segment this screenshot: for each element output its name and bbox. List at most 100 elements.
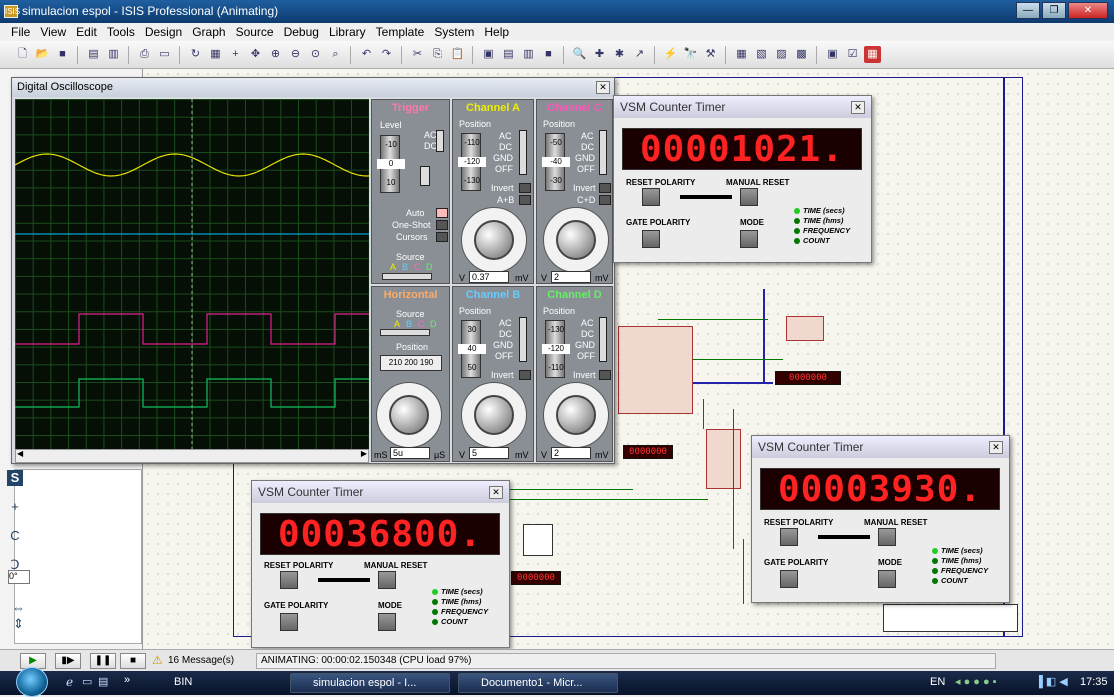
scope-scrollbar[interactable]: ◀ ▶ bbox=[15, 449, 369, 463]
menu-graph[interactable]: Graph bbox=[187, 25, 230, 39]
display-module[interactable] bbox=[786, 316, 824, 341]
new-file-icon[interactable]: 🗋 bbox=[14, 46, 31, 63]
maximize-button[interactable]: ❐ bbox=[1042, 2, 1066, 19]
property-assign-icon[interactable]: ⚒ bbox=[702, 46, 719, 63]
marker-icon[interactable]: + bbox=[7, 499, 23, 515]
taskbar-item-isis[interactable]: simulacion espol - I... bbox=[290, 673, 450, 693]
horizontal-source-slider[interactable] bbox=[380, 329, 430, 336]
bom-icon[interactable]: ▣ bbox=[824, 46, 841, 63]
media-icon[interactable]: ▤ bbox=[98, 675, 108, 688]
counter-2-gate-polarity-button[interactable] bbox=[780, 570, 798, 588]
stop-button[interactable]: ■ bbox=[120, 653, 146, 669]
export-icon[interactable]: ▥ bbox=[105, 46, 122, 63]
counter-1-manual-reset-button[interactable] bbox=[740, 188, 758, 206]
undo-icon[interactable]: ↶ bbox=[358, 46, 375, 63]
block-copy-icon[interactable]: ▣ bbox=[480, 46, 497, 63]
zoom-area-icon[interactable]: ⌕ bbox=[327, 46, 344, 63]
zoom-all-icon[interactable]: ⊙ bbox=[307, 46, 324, 63]
channel-d-invert-button[interactable] bbox=[599, 370, 611, 380]
horizontal-position-control[interactable]: 210 200 190 bbox=[380, 355, 442, 371]
menu-tools[interactable]: Tools bbox=[102, 25, 140, 39]
channel-b-position-slider[interactable]: 30 40 50 bbox=[458, 320, 486, 378]
refresh-icon[interactable]: ↻ bbox=[187, 46, 204, 63]
menu-design[interactable]: Design bbox=[140, 25, 187, 39]
channel-d-scale-knob[interactable] bbox=[556, 395, 596, 435]
grid-icon[interactable]: ▦ bbox=[207, 46, 224, 63]
channel-a-sum-button[interactable] bbox=[519, 195, 531, 205]
channel-a-coupling-switch[interactable] bbox=[519, 130, 527, 175]
counter-1-close-button[interactable]: ✕ bbox=[851, 101, 865, 114]
trigger-coupling-switch[interactable] bbox=[436, 130, 444, 152]
block-delete-icon[interactable]: ■ bbox=[540, 46, 557, 63]
origin-icon[interactable]: + bbox=[227, 46, 244, 63]
ie-icon[interactable]: ℯ bbox=[66, 675, 73, 689]
taskbar-item-bin[interactable]: BIN bbox=[152, 673, 272, 693]
decompose-icon[interactable]: ↗ bbox=[631, 46, 648, 63]
import-icon[interactable]: ▤ bbox=[85, 46, 102, 63]
timebase-knob[interactable] bbox=[389, 395, 429, 435]
counter-ic[interactable] bbox=[706, 429, 741, 489]
language-indicator[interactable]: EN bbox=[930, 676, 945, 688]
pan-icon[interactable]: ✥ bbox=[247, 46, 264, 63]
wire-autorouter-icon[interactable]: ⚡ bbox=[662, 46, 679, 63]
copy-icon[interactable]: ⎘ bbox=[429, 46, 446, 63]
pause-button[interactable]: ❚❚ bbox=[90, 653, 116, 669]
pick-device-icon[interactable]: 🔍 bbox=[571, 46, 588, 63]
netlist-icon[interactable]: ▩ bbox=[793, 46, 810, 63]
messages-count[interactable]: 16 Message(s) bbox=[168, 655, 234, 666]
counter-1-mode-button[interactable] bbox=[740, 230, 758, 248]
rotation-angle-field[interactable]: 0° bbox=[8, 570, 30, 584]
microcontroller-chip[interactable] bbox=[618, 326, 693, 414]
one-shot-button[interactable] bbox=[436, 220, 448, 230]
menu-help[interactable]: Help bbox=[479, 25, 514, 39]
zoom-in-icon[interactable]: ⊕ bbox=[267, 46, 284, 63]
channel-c-invert-button[interactable] bbox=[599, 183, 611, 193]
trigger-source-slider[interactable] bbox=[382, 273, 432, 280]
network-volume-icons[interactable]: ▐ ◧ ◀ bbox=[1035, 675, 1068, 688]
mirror-horizontal-icon[interactable]: ⇔ bbox=[12, 600, 25, 615]
desktop-icon[interactable]: ▭ bbox=[82, 675, 92, 688]
counter-3-manual-reset-button[interactable] bbox=[378, 571, 396, 589]
rotate-clockwise-icon[interactable]: C bbox=[7, 528, 23, 544]
quicklaunch-chevron-icon[interactable]: » bbox=[124, 674, 130, 686]
menu-view[interactable]: View bbox=[35, 25, 71, 39]
oscilloscope-close-button[interactable]: ✕ bbox=[596, 81, 610, 94]
menu-template[interactable]: Template bbox=[371, 25, 430, 39]
channel-c-coupling-switch[interactable] bbox=[599, 130, 607, 175]
paste-icon[interactable]: 📋 bbox=[449, 46, 466, 63]
menu-debug[interactable]: Debug bbox=[279, 25, 324, 39]
print-area-icon[interactable]: ▭ bbox=[156, 46, 173, 63]
new-sheet-icon[interactable]: ▦ bbox=[733, 46, 750, 63]
channel-d-position-slider[interactable]: -130 -120 -110 bbox=[542, 320, 570, 378]
tray-icons[interactable]: ◂ ● ● ● ▪ bbox=[955, 675, 997, 688]
channel-a-invert-button[interactable] bbox=[519, 183, 531, 193]
counter-1-gate-polarity-button[interactable] bbox=[642, 230, 660, 248]
counter-3-gate-polarity-button[interactable] bbox=[280, 613, 298, 631]
channel-b-scale-knob[interactable] bbox=[474, 395, 514, 435]
make-device-icon[interactable]: ✚ bbox=[591, 46, 608, 63]
clock[interactable]: 17:35 bbox=[1080, 676, 1108, 688]
close-button[interactable]: ✕ bbox=[1068, 2, 1108, 19]
print-icon[interactable]: ⎙ bbox=[136, 46, 153, 63]
open-folder-icon[interactable]: 📂 bbox=[34, 46, 51, 63]
channel-b-coupling-switch[interactable] bbox=[519, 317, 527, 362]
trigger-level-slider[interactable]: -10 0 10 bbox=[377, 135, 405, 193]
device-list[interactable] bbox=[14, 469, 142, 644]
search-tag-icon[interactable]: 🔭 bbox=[682, 46, 699, 63]
taskbar-item-word[interactable]: Documento1 - Micr... bbox=[458, 673, 618, 693]
mirror-vertical-icon[interactable]: ⇕ bbox=[13, 616, 24, 632]
start-button[interactable] bbox=[16, 667, 48, 697]
channel-a-position-slider[interactable]: -110 -120 -130 bbox=[458, 133, 486, 191]
channel-d-coupling-switch[interactable] bbox=[599, 317, 607, 362]
cursors-button[interactable] bbox=[436, 232, 448, 242]
packaging-icon[interactable]: ✱ bbox=[611, 46, 628, 63]
channel-a-scale-knob[interactable] bbox=[474, 220, 514, 260]
menu-edit[interactable]: Edit bbox=[71, 25, 102, 39]
menu-source[interactable]: Source bbox=[231, 25, 279, 39]
channel-c-sum-button[interactable] bbox=[599, 195, 611, 205]
counter-3-close-button[interactable]: ✕ bbox=[489, 486, 503, 499]
goto-sheet-icon[interactable]: ▨ bbox=[773, 46, 790, 63]
block-move-icon[interactable]: ▤ bbox=[500, 46, 517, 63]
counter-2-reset-polarity-button[interactable] bbox=[780, 528, 798, 546]
counter-3-mode-button[interactable] bbox=[378, 613, 396, 631]
